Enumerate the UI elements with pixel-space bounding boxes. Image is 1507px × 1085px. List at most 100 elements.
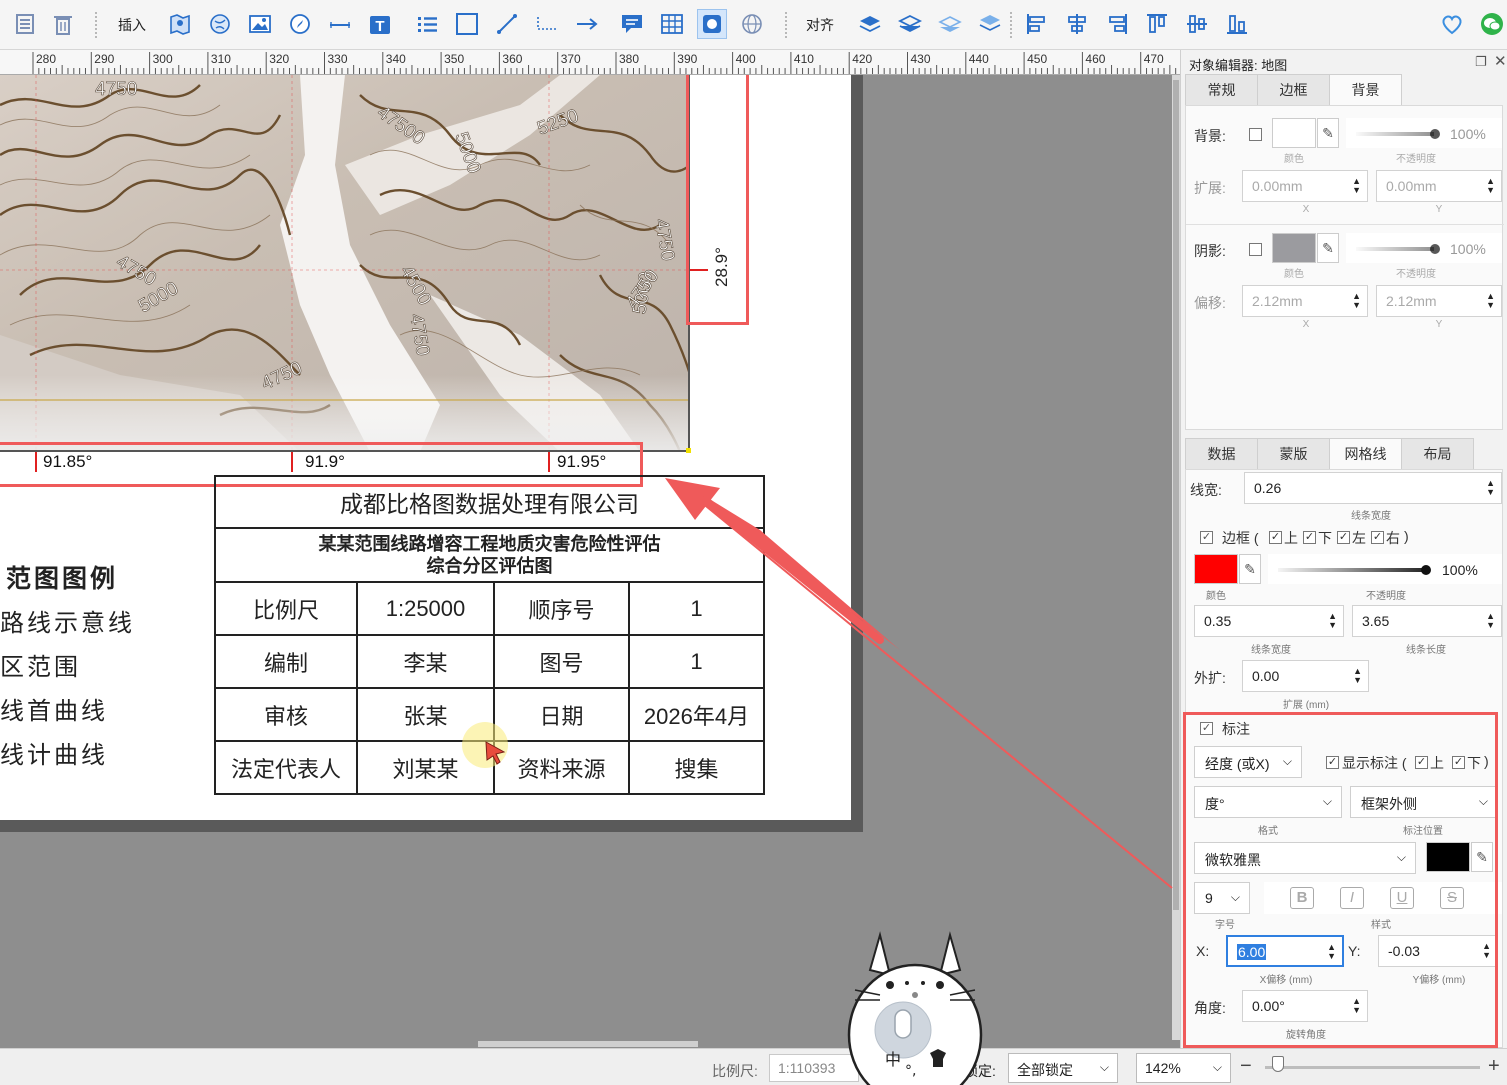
opacity-caption: 不透明度	[1396, 269, 1436, 280]
tab-general[interactable]: 常规	[1185, 74, 1258, 106]
layer-bottom-icon[interactable]	[935, 9, 965, 39]
layout-page[interactable]: 4750 47500 5000 5250 4750 5000 4500 4750…	[0, 75, 851, 820]
offset-label: 偏移:	[1194, 295, 1226, 311]
text-icon[interactable]: T	[365, 9, 395, 39]
scrollbar-thumb[interactable]	[1173, 80, 1179, 910]
grid-line-width-input[interactable]: 0.35 ▲ ▼	[1194, 605, 1344, 637]
align-left-icon[interactable]	[1022, 9, 1052, 39]
line-length-caption: 线条长度	[1406, 645, 1446, 656]
tab-gridlines[interactable]: 网格线	[1329, 438, 1402, 470]
dim-line-icon[interactable]	[532, 9, 562, 39]
align-top-icon[interactable]	[1142, 9, 1172, 39]
heart-icon[interactable]	[1437, 9, 1467, 39]
table-icon[interactable]	[657, 9, 687, 39]
opacity-slider-knob[interactable]	[1430, 129, 1440, 139]
align-center-v-icon[interactable]	[1182, 9, 1212, 39]
shadow-checkbox[interactable]	[1249, 243, 1262, 256]
align-bottom-icon[interactable]	[1222, 9, 1252, 39]
zoom-in-button[interactable]: +	[1488, 1055, 1500, 1078]
close-icon[interactable]: ✕	[1494, 52, 1507, 70]
trash-icon[interactable]	[48, 9, 78, 39]
grid-opacity-slider[interactable]	[1278, 568, 1428, 572]
align-center-h-icon[interactable]	[1062, 9, 1092, 39]
extend-x-input[interactable]: 0.00mm ▲ ▼	[1242, 170, 1368, 202]
shadow-opacity-slider[interactable]	[1356, 247, 1434, 251]
opacity-slider-knob[interactable]	[1430, 244, 1440, 254]
inset-map-icon[interactable]	[697, 9, 727, 39]
tab-layout[interactable]: 布局	[1401, 438, 1474, 470]
layer-up-icon[interactable]	[855, 9, 885, 39]
spinner-arrows-icon[interactable]: ▲ ▼	[1486, 177, 1495, 195]
insert-menu-button[interactable]: 插入	[118, 15, 146, 35]
border-top-checkbox[interactable]: ✓	[1269, 531, 1282, 544]
table-cell: 比例尺	[214, 581, 358, 636]
arrow-icon[interactable]	[572, 9, 602, 39]
wechat-icon[interactable]	[1477, 9, 1507, 39]
rectangle-icon[interactable]	[452, 9, 482, 39]
offset-y-input[interactable]: 2.12mm ▲ ▼	[1376, 285, 1502, 317]
spinner-arrows-icon[interactable]: ▲ ▼	[1328, 612, 1337, 630]
restore-icon[interactable]: ❐	[1475, 54, 1487, 70]
layout-canvas[interactable]: 4750 47500 5000 5250 4750 5000 4500 4750…	[0, 75, 1172, 1040]
compass-icon[interactable]	[285, 9, 315, 39]
toolbar-separator	[95, 12, 97, 38]
map-frame[interactable]: 4750 47500 5000 5250 4750 5000 4500 4750…	[0, 75, 690, 452]
eyedropper-icon[interactable]: ✎	[1239, 554, 1261, 584]
grid-color-swatch[interactable]	[1194, 554, 1238, 584]
extend-y-input[interactable]: 0.00mm ▲ ▼	[1376, 170, 1502, 202]
spinner-arrows-icon[interactable]: ▲ ▼	[1486, 612, 1495, 630]
tab-mask[interactable]: 蒙版	[1257, 438, 1330, 470]
zoom-slider-thumb[interactable]	[1272, 1056, 1284, 1072]
border-left-checkbox[interactable]: ✓	[1337, 531, 1350, 544]
border-right-checkbox[interactable]: ✓	[1371, 531, 1384, 544]
eyedropper-icon[interactable]: ✎	[1317, 233, 1339, 263]
opacity-slider[interactable]	[1356, 132, 1434, 136]
expand-input[interactable]: 0.00 ▲ ▼	[1242, 660, 1369, 692]
spinner-arrows-icon[interactable]: ▲ ▼	[1486, 292, 1495, 310]
offset-x-input[interactable]: 2.12mm ▲ ▼	[1242, 285, 1368, 317]
opacity-slider-knob[interactable]	[1421, 565, 1431, 575]
legend-item: 线计曲线	[0, 741, 108, 769]
ruler-tick-label: 330	[328, 52, 348, 66]
callout-icon[interactable]	[617, 9, 647, 39]
scalebar-icon[interactable]	[325, 9, 355, 39]
line-width-input[interactable]: 0.26 ▲ ▼	[1244, 472, 1502, 504]
align-menu-button[interactable]: 对齐	[806, 15, 834, 35]
tab-data[interactable]: 数据	[1185, 438, 1258, 470]
legend-item: 区范围	[0, 653, 81, 681]
layer-down-icon[interactable]	[895, 9, 925, 39]
background-pane: 背景: ✎ 颜色 100% 不透明度 扩展: 0.00mm ▲ ▼ 0.00mm ▲ ▼…	[1185, 105, 1504, 430]
image-icon[interactable]	[245, 9, 275, 39]
vertical-scrollbar[interactable]	[1172, 75, 1180, 1040]
line-width-value: 0.26	[1254, 480, 1282, 496]
layer-top-icon[interactable]	[975, 9, 1005, 39]
selection-handle[interactable]	[686, 448, 691, 453]
border-bottom-checkbox[interactable]: ✓	[1303, 531, 1316, 544]
line-icon[interactable]	[492, 9, 522, 39]
shadow-color-swatch[interactable]	[1272, 233, 1316, 263]
eyedropper-icon[interactable]: ✎	[1317, 118, 1339, 148]
bullet-list-icon[interactable]	[412, 9, 442, 39]
background-color-swatch[interactable]	[1272, 118, 1316, 148]
globe-map-icon[interactable]	[205, 9, 235, 39]
lock-select[interactable]: 全部锁定 ⌵	[1008, 1053, 1118, 1083]
tab-border[interactable]: 边框	[1257, 74, 1330, 106]
border-checkbox[interactable]: ✓	[1200, 531, 1213, 544]
spinner-arrows-icon[interactable]: ▲ ▼	[1352, 292, 1361, 310]
spinner-arrows-icon[interactable]: ▲ ▼	[1352, 177, 1361, 195]
web-globe-icon[interactable]	[737, 9, 767, 39]
table-cell: 日期	[493, 687, 630, 742]
offset-x-value: 2.12mm	[1252, 293, 1303, 309]
zoom-out-button[interactable]: −	[1240, 1055, 1252, 1078]
zoom-select[interactable]: 142% ⌵	[1136, 1053, 1231, 1083]
map-icon[interactable]	[165, 9, 195, 39]
tab-background[interactable]: 背景	[1329, 74, 1402, 106]
spinner-arrows-icon[interactable]: ▲ ▼	[1486, 479, 1495, 497]
horizontal-scrollbar[interactable]	[478, 1041, 698, 1047]
grid-line-length-input[interactable]: 3.65 ▲ ▼	[1352, 605, 1502, 637]
background-checkbox[interactable]	[1249, 128, 1262, 141]
zoom-slider-track[interactable]	[1265, 1066, 1480, 1069]
list-icon[interactable]	[10, 9, 40, 39]
align-right-icon[interactable]	[1102, 9, 1132, 39]
spinner-arrows-icon[interactable]: ▲ ▼	[1353, 667, 1362, 685]
